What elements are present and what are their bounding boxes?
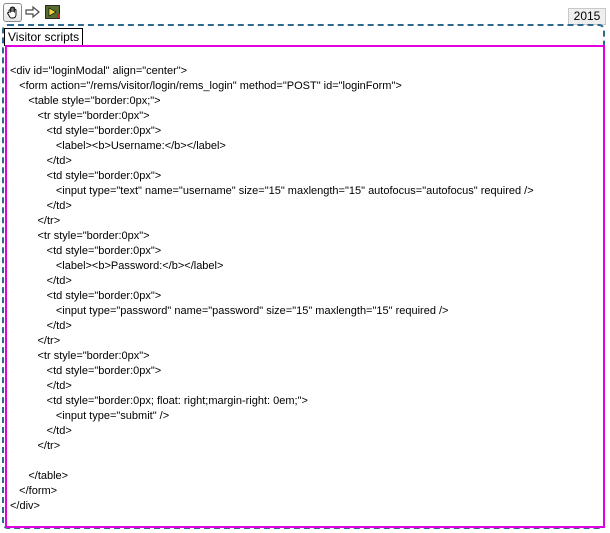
code-line: <td style="border:0px">	[10, 290, 162, 302]
code-line: <table style="border:0px;">	[10, 95, 161, 107]
code-line: </tr>	[10, 440, 61, 452]
code-line: </td>	[10, 425, 72, 437]
code-line: </tr>	[10, 215, 61, 227]
toolbar	[3, 2, 65, 22]
code-line: <form action="/rems/visitor/login/rems_l…	[10, 80, 402, 92]
code-line: </table>	[10, 470, 69, 482]
code-line: <input type="submit" />	[10, 410, 170, 422]
code-line: <label><b>Username:</b></label>	[10, 140, 226, 152]
arrow-right-icon[interactable]	[24, 3, 42, 21]
code-line: </form>	[10, 485, 58, 497]
code-line: <input type="text" name="username" size=…	[10, 185, 534, 197]
code-line: </td>	[10, 380, 72, 392]
code-line: <td style="border:0px">	[10, 125, 162, 137]
code-line: <tr style="border:0px">	[10, 350, 150, 362]
code-line: </div>	[10, 500, 40, 512]
code-line: <input type="password" name="password" s…	[10, 305, 449, 317]
code-line: <td style="border:0px">	[10, 365, 162, 377]
hand-tool-icon[interactable]	[3, 2, 22, 22]
year-label: 2015	[568, 8, 606, 25]
code-text: <div id="loginModal" align="center"> <fo…	[10, 64, 534, 514]
code-line: </td>	[10, 275, 72, 287]
code-line: </tr>	[10, 335, 61, 347]
code-text-panel[interactable]: <div id="loginModal" align="center"> <fo…	[5, 45, 605, 528]
run-step-icon[interactable]	[44, 3, 62, 21]
code-line: <label><b>Password:</b></label>	[10, 260, 224, 272]
code-line: <tr style="border:0px">	[10, 230, 150, 242]
panel-caption: Visitor scripts	[4, 28, 84, 46]
code-line: </td>	[10, 320, 72, 332]
code-line: <tr style="border:0px">	[10, 110, 150, 122]
code-line: </td>	[10, 200, 72, 212]
code-line: <td style="border:0px">	[10, 170, 162, 182]
code-line: </td>	[10, 155, 72, 167]
code-line: <div id="loginModal" align="center">	[10, 65, 188, 77]
code-line: <td style="border:0px">	[10, 245, 162, 257]
code-line: <td style="border:0px; float: right;marg…	[10, 395, 308, 407]
